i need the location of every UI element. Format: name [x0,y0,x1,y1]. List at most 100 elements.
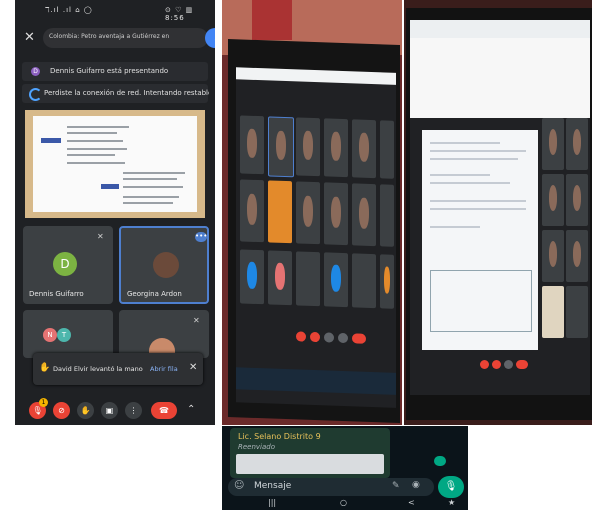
monitor-photo-gallery [222,0,402,425]
monitor-photo-document [404,0,592,425]
search-input[interactable]: Colombia: Petro aventaja a Gutiérrez en [49,33,199,40]
participant-tile[interactable]: ✕ [119,310,209,358]
monitor [406,8,592,420]
status-right: ⊙ ♡ ▥ 8:56 [165,6,194,22]
avatar: T [57,328,71,342]
close-icon[interactable]: ✕ [24,30,35,45]
slide-line [67,148,127,150]
camera-button [310,331,320,343]
video-tile [542,118,564,170]
presentation-slide [25,110,205,218]
browser-tabs [410,20,590,38]
star-nav-icon[interactable]: ★ [448,498,455,507]
shared-document [422,130,538,350]
meet-phone-screenshot: ℸ.ıl .ıl ⌂ ◯ ⊙ ♡ ▥ 8:56 ✕ Colombia: Petr… [15,0,215,425]
video-tile [352,183,376,247]
slide-line [123,172,185,174]
video-tile [240,249,264,305]
control-button [324,332,334,343]
message-input[interactable]: ☺ Mensaje ✎ ◉ [228,478,434,496]
sender-name: Lic. Selano Distrito 9 [238,432,321,441]
participant-tile[interactable]: N T [23,310,113,358]
image-attachment[interactable] [236,454,384,474]
slide-line [67,140,123,142]
mic-button [296,331,306,342]
present-button[interactable]: ▣ [101,402,118,419]
notification-badge: 1 [39,398,48,407]
video-tile [240,115,264,175]
more-options-button[interactable]: ⋮ [125,402,142,419]
slide-line [67,154,115,156]
slide-paper [33,116,197,212]
end-call-button[interactable]: ☎ [151,402,177,419]
presenting-banner: D Dennis Guifarro está presentando [22,62,208,81]
video-tile [542,230,564,282]
video-tile [268,180,292,244]
monitor [228,38,400,424]
end-call-button [352,333,366,344]
video-tile [324,252,348,308]
camera-icon[interactable]: ◉ [412,480,420,490]
mic-off-icon: ✕ [97,232,104,241]
avatar: N [43,328,57,342]
message-placeholder: Mensaje [254,481,292,491]
more-options-icon[interactable]: ••• [195,232,207,242]
slide-line [123,186,183,188]
open-queue-link[interactable]: Abrir fila [150,365,178,373]
close-icon[interactable]: ✕ [189,362,197,373]
presenting-text: Dennis Guifarro está presentando [50,67,169,75]
forwarded-label: Reenviado [238,443,276,451]
monitor-screen [236,67,396,408]
slide-line [123,202,173,204]
monitor-screen [410,20,590,395]
home-nav-icon[interactable]: ○ [340,498,347,507]
video-tile [324,182,348,246]
slide-highlight [41,138,61,143]
slide-line [123,178,177,180]
video-tile [566,286,588,338]
slide-line [123,196,179,198]
search-icon[interactable]: ⌕ [205,28,215,48]
video-tile [296,251,320,307]
camera-button [492,360,501,369]
back-nav-icon[interactable]: < [408,498,415,507]
taskbar [236,367,396,395]
emoji-icon[interactable]: ☺ [234,480,244,491]
video-tile [542,286,564,338]
network-text: Perdiste la conexión de red. Intentando … [44,89,209,97]
document-header [410,38,590,118]
browser-tabs [236,67,396,85]
video-tile [296,181,320,245]
hand-icon: ✋ [39,363,51,373]
hand-raised-text: David Elvir levantó la mano [53,365,143,373]
search-bar[interactable]: Colombia: Petro aventaja a Gutiérrez en … [43,28,215,48]
video-tile [566,118,588,170]
mic-off-icon: ✕ [193,316,200,325]
end-call-button [516,360,528,369]
participant-tile[interactable]: ✕ D Dennis Guifarro [23,226,113,304]
attach-icon[interactable]: ✎ [392,481,400,491]
video-tile [380,184,394,247]
slide-line [67,132,117,134]
camera-off-button[interactable]: ⊘ [53,402,70,419]
participant-tile-active[interactable]: ••• Georgina Ardon [119,226,209,304]
control-button [504,360,513,369]
video-tile [542,174,564,226]
chevron-up-icon[interactable]: ⌃ [187,404,195,415]
raise-hand-button[interactable]: ✋ [77,402,94,419]
video-tile [566,174,588,226]
mic-button [480,360,489,369]
whatsapp-screenshot: Lic. Selano Distrito 9 Reenviado ☺ Mensa… [222,426,468,510]
video-tile [296,117,320,177]
video-tile [352,253,376,309]
participant-name: Georgina Ardon [127,290,182,298]
video-tile [268,250,292,306]
slide-highlight [101,184,119,189]
recents-nav-icon[interactable]: ||| [268,498,276,507]
hand-raised-toast: ✋ David Elvir levantó la mano Abrir fila… [33,353,203,385]
document-table [430,270,532,332]
video-tile [566,230,588,282]
forwarded-message[interactable]: Lic. Selano Distrito 9 Reenviado [230,428,390,478]
voice-message-button[interactable]: 🎙 [438,476,464,498]
status-left: ℸ.ıl .ıl ⌂ ◯ [45,6,93,14]
